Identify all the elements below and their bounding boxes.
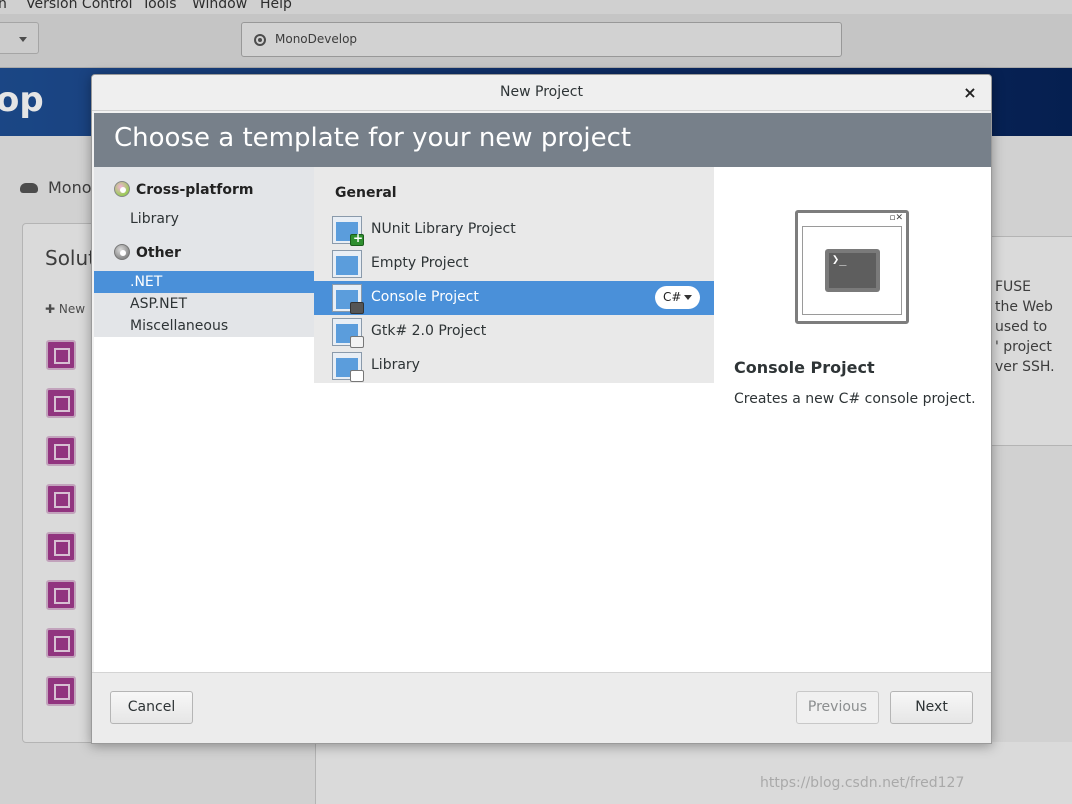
console-window-icon: ▫✕ ❯_: [795, 210, 909, 324]
template-group-general: General: [335, 185, 397, 201]
dialog-header: Choose a template for your new project: [94, 113, 991, 167]
preview-template-description: Creates a new C# console project.: [734, 391, 976, 407]
template-label: Library: [371, 357, 420, 373]
dialog-title: New Project: [500, 84, 583, 100]
language-selector[interactable]: C#: [655, 286, 700, 309]
cross-platform-icon: [114, 181, 130, 197]
category-group-cross-platform[interactable]: Cross-platform: [114, 181, 253, 198]
template-list-empty: [94, 383, 714, 672]
category-item-library[interactable]: Library: [94, 208, 314, 230]
terminal-prompt-glyph: ❯_: [832, 252, 847, 266]
header-title: Choose a template for your new project: [114, 123, 632, 153]
dialog-footer: Cancel Previous Next: [92, 672, 991, 743]
category-group-other[interactable]: Other: [114, 244, 181, 261]
close-icon[interactable]: ×: [959, 82, 981, 104]
library-project-icon: [332, 352, 364, 382]
template-gtk-project[interactable]: Gtk# 2.0 Project: [314, 315, 714, 349]
category-item-dotnet[interactable]: .NET: [94, 271, 314, 293]
template-library[interactable]: Library: [314, 349, 714, 383]
template-nunit-library-project[interactable]: NUnit Library Project: [314, 213, 714, 247]
language-value: C#: [663, 290, 682, 304]
template-list: General NUnit Library Project Empty Proj…: [314, 167, 714, 383]
nunit-project-icon: [332, 216, 364, 246]
other-category-icon: [114, 244, 130, 260]
template-label: Console Project: [371, 289, 479, 305]
window-buttons-icon: ▫✕: [889, 213, 903, 223]
category-item-miscellaneous[interactable]: Miscellaneous: [94, 315, 314, 337]
preview-window-frame: ❯_: [802, 226, 902, 315]
template-empty-project[interactable]: Empty Project: [314, 247, 714, 281]
category-group-label: Other: [136, 245, 181, 261]
template-console-project[interactable]: Console Project C#: [314, 281, 714, 315]
category-list-empty: [94, 337, 314, 383]
terminal-icon: ❯_: [825, 249, 880, 292]
template-label: NUnit Library Project: [371, 221, 516, 237]
category-list: Cross-platform Library Other .NET ASP.NE…: [94, 167, 314, 337]
new-project-dialog: New Project × Choose a template for your…: [91, 74, 992, 744]
next-button[interactable]: Next: [890, 691, 973, 724]
template-preview: ▫✕ ❯_ Console Project Creates a new C# c…: [714, 167, 991, 672]
empty-project-icon: [332, 250, 362, 278]
dialog-titlebar: New Project ×: [92, 75, 991, 111]
gtk-project-icon: [332, 318, 364, 348]
preview-template-name: Console Project: [734, 358, 875, 377]
template-label: Empty Project: [371, 255, 469, 271]
category-group-label: Cross-platform: [136, 182, 254, 198]
template-label: Gtk# 2.0 Project: [371, 323, 487, 339]
chevron-down-icon: [684, 295, 692, 300]
category-item-aspnet[interactable]: ASP.NET: [94, 293, 314, 315]
cancel-button[interactable]: Cancel: [110, 691, 193, 724]
previous-button[interactable]: Previous: [796, 691, 879, 724]
console-project-icon: [332, 284, 364, 314]
